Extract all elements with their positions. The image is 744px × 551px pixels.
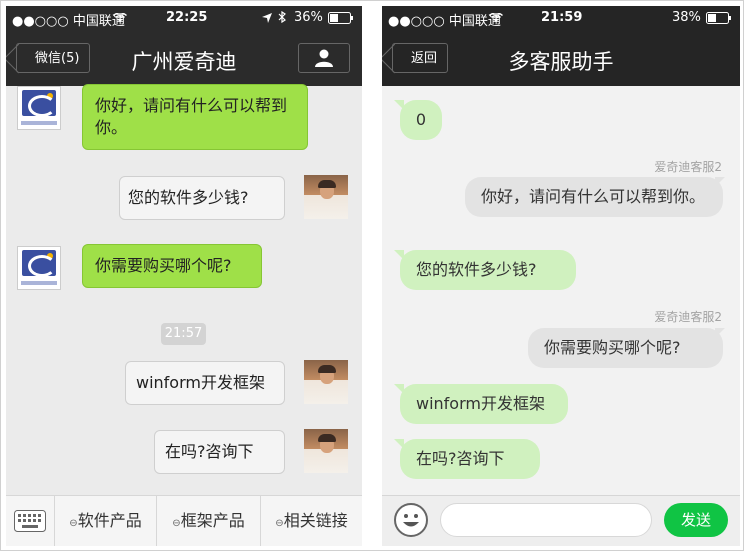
message-bubble-sent[interactable]: 你需要购买哪个呢? bbox=[528, 328, 723, 368]
message-bubble-received[interactable]: 在吗?咨询下 bbox=[400, 439, 540, 479]
message-bubble-received[interactable]: 您的软件多少钱? bbox=[400, 250, 576, 290]
bubble-tail bbox=[394, 384, 404, 394]
menu-dot-icon: ⊖ bbox=[275, 518, 284, 529]
wifi-icon bbox=[488, 12, 504, 27]
user-avatar[interactable] bbox=[304, 429, 348, 473]
bubble-tail bbox=[394, 250, 404, 260]
menu-toolbar: ⊖软件产品 ⊖框架产品 ⊖相关链接 bbox=[6, 495, 362, 546]
menu-item-software-products[interactable]: ⊖软件产品 bbox=[54, 496, 156, 546]
user-avatar[interactable] bbox=[304, 175, 348, 219]
message-bubble-sent[interactable]: 您的软件多少钱? bbox=[119, 176, 285, 220]
sender-label: 爱奇迪客服2 bbox=[654, 160, 722, 174]
menu-dot-icon: ⊖ bbox=[172, 518, 181, 529]
user-avatar[interactable] bbox=[304, 360, 348, 404]
contact-logo-avatar[interactable] bbox=[17, 86, 61, 130]
menu-item-related-links[interactable]: ⊖相关链接 bbox=[260, 496, 362, 546]
message-input-bar: 发送 bbox=[382, 495, 740, 546]
bubble-tail bbox=[715, 328, 725, 338]
bubble-tail bbox=[394, 439, 404, 449]
right-phone-screen: ●●○○○ 中国联通 21:59 38% 返回 多客服助手 0 爱奇迪客服2 你… bbox=[382, 6, 740, 546]
menu-item-framework-products[interactable]: ⊖框架产品 bbox=[156, 496, 260, 546]
battery-percent: 38% bbox=[672, 10, 701, 25]
keyboard-toggle-button[interactable] bbox=[6, 496, 54, 546]
location-icon bbox=[262, 12, 272, 27]
emoji-button[interactable] bbox=[394, 503, 428, 537]
nav-bar: 返回 多客服助手 bbox=[382, 30, 740, 86]
profile-button[interactable] bbox=[298, 43, 350, 73]
status-bar: ●●○○○ 中国联通 22:25 36% bbox=[6, 6, 362, 30]
message-bubble-sent[interactable]: 在吗?咨询下 bbox=[154, 430, 285, 474]
status-time: 22:25 bbox=[166, 10, 208, 25]
battery-icon bbox=[706, 12, 732, 28]
battery-percent: 36% bbox=[294, 10, 323, 25]
battery-icon bbox=[328, 12, 354, 28]
sender-label: 爱奇迪客服2 bbox=[654, 310, 722, 324]
wifi-icon bbox=[112, 12, 128, 27]
left-phone-screen: ●●○○○ 中国联通 22:25 36% 微信(5) 广州爱奇迪 你好，请问有什… bbox=[6, 6, 362, 546]
menu-item-label: 相关链接 bbox=[283, 511, 348, 530]
send-button[interactable]: 发送 bbox=[664, 503, 728, 537]
menu-item-label: 软件产品 bbox=[77, 511, 142, 530]
bluetooth-icon bbox=[278, 10, 286, 27]
message-bubble-received[interactable]: 你好，请问有什么可以帮到你。 bbox=[82, 84, 308, 150]
nav-bar: 微信(5) 广州爱奇迪 bbox=[6, 30, 362, 86]
message-bubble-received[interactable]: winform开发框架 bbox=[400, 384, 568, 424]
carrier-label: ●●○○○ 中国联通 bbox=[12, 14, 125, 29]
message-bubble-sent[interactable]: winform开发框架 bbox=[125, 361, 285, 405]
status-bar: ●●○○○ 中国联通 21:59 38% bbox=[382, 6, 740, 30]
message-bubble-received[interactable]: 0 bbox=[400, 100, 442, 140]
contact-logo-avatar[interactable] bbox=[17, 246, 61, 290]
smiley-icon bbox=[394, 503, 428, 537]
menu-item-label: 框架产品 bbox=[180, 511, 245, 530]
menu-dot-icon: ⊖ bbox=[69, 518, 78, 529]
chat-title: 多客服助手 bbox=[508, 50, 614, 74]
carrier-label: ●●○○○ 中国联通 bbox=[388, 14, 501, 29]
message-bubble-received[interactable]: 你需要购买哪个呢? bbox=[82, 244, 262, 288]
message-bubble-sent[interactable]: 你好，请问有什么可以帮到你。 bbox=[465, 177, 723, 217]
keyboard-icon bbox=[14, 510, 46, 532]
message-input[interactable] bbox=[440, 503, 652, 537]
profile-icon bbox=[315, 49, 333, 67]
bubble-tail bbox=[715, 177, 725, 187]
status-time: 21:59 bbox=[541, 10, 583, 25]
timestamp-chip: 21:57 bbox=[161, 323, 206, 345]
bubble-tail bbox=[394, 100, 404, 110]
